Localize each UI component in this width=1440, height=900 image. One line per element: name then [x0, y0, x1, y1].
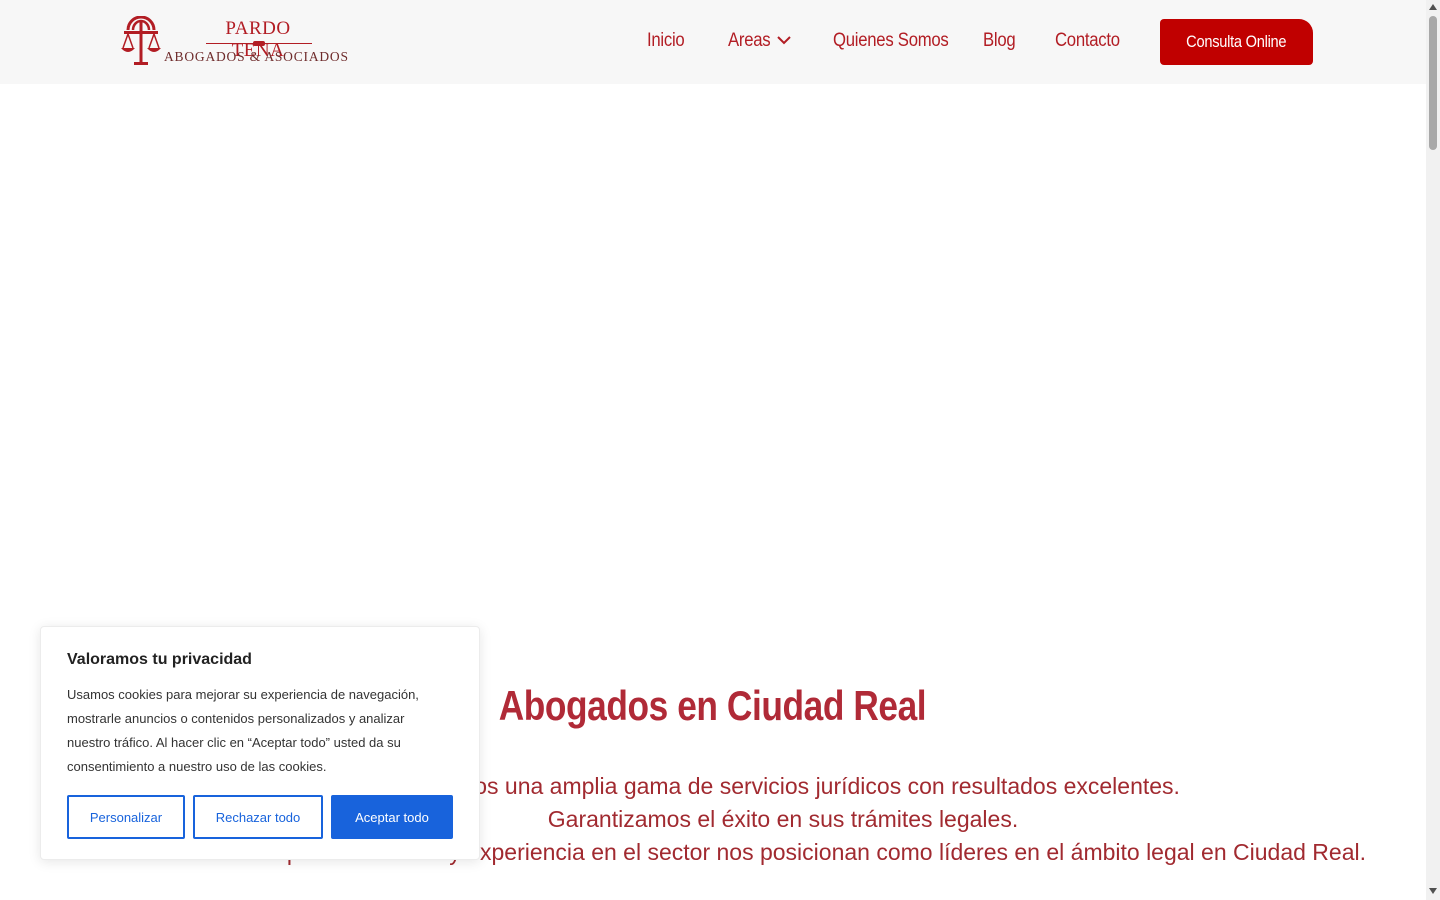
scroll-up-arrow-icon[interactable]: [1429, 4, 1437, 10]
scroll-down-arrow-icon[interactable]: [1429, 888, 1437, 894]
hero-title: Abogados en Ciudad Real: [400, 682, 1024, 730]
nav-item-inicio[interactable]: Inicio: [647, 30, 685, 52]
accept-all-button[interactable]: Aceptar todo: [331, 795, 453, 839]
nav-item-quienes-somos[interactable]: Quienes Somos: [833, 30, 949, 52]
cookie-title: Valoramos tu privacidad: [67, 651, 252, 668]
hero-title-text: Abogados en Ciudad Real: [498, 682, 926, 729]
customize-button[interactable]: Personalizar: [67, 795, 185, 839]
nav-item-areas[interactable]: Areas: [728, 30, 771, 52]
consulta-online-button[interactable]: Consulta Online: [1160, 19, 1313, 65]
nav-item-contacto[interactable]: Contacto: [1055, 30, 1120, 52]
nav-item-blog[interactable]: Blog: [983, 30, 1016, 52]
page-scrollbar[interactable]: [1426, 0, 1440, 900]
site-header: PARDO TENA ABOGADOS & ASOCIADOS Inicio A…: [0, 0, 1426, 84]
scrollbar-thumb[interactable]: [1429, 16, 1437, 150]
reject-all-button[interactable]: Rechazar todo: [193, 795, 323, 839]
consulta-online-label: Consulta Online: [1186, 32, 1287, 51]
chevron-down-icon[interactable]: [777, 35, 791, 45]
cookie-text: Usamos cookies para mejorar su experienc…: [67, 687, 419, 774]
cookie-consent-banner: Valoramos tu privacidad Usamos cookies p…: [40, 626, 480, 860]
